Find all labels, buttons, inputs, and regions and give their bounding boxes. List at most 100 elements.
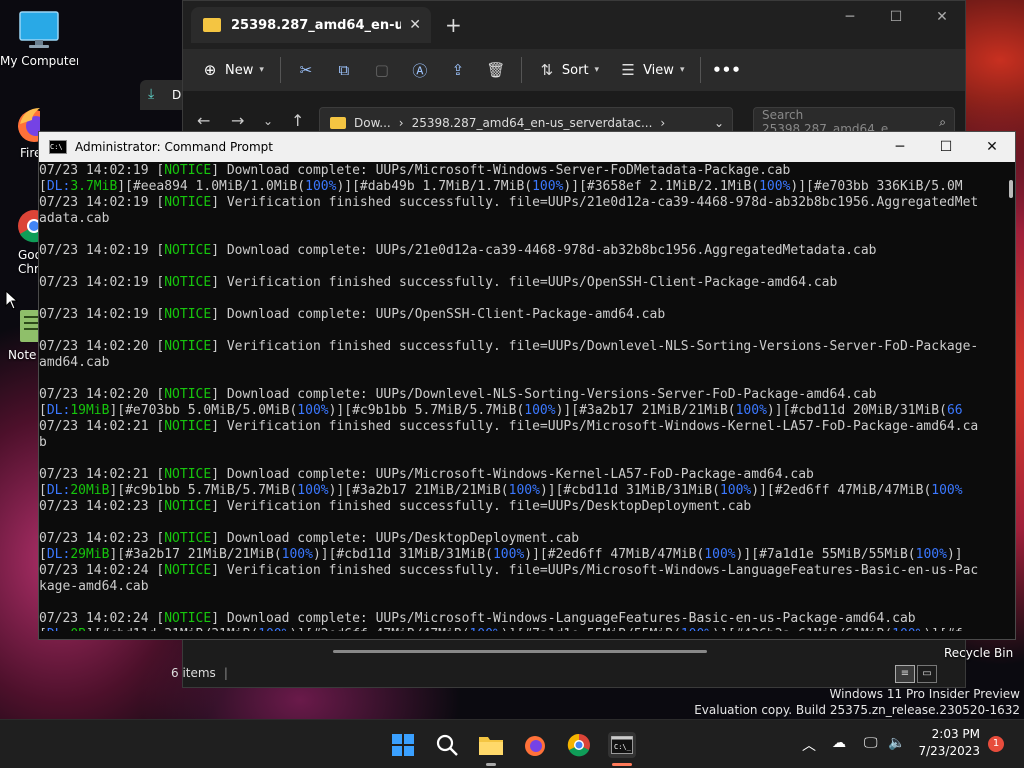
- share-button[interactable]: ⇪: [439, 61, 477, 79]
- address-dropdown-icon[interactable]: ⌄: [714, 116, 724, 130]
- details-view-icon[interactable]: ≡: [895, 665, 915, 683]
- desktop-icon-recycle-bin[interactable]: Recycle Bin: [944, 646, 1013, 660]
- windows-logo-icon: [392, 734, 414, 756]
- console-text: 100%: [297, 483, 329, 498]
- recent-chevron-icon[interactable]: ⌄: [263, 114, 273, 128]
- maximize-icon[interactable]: ☐: [873, 1, 919, 33]
- chrome-icon: [18, 210, 40, 243]
- console-text: #3658ef 2.1MiB/2.1MiB(: [586, 179, 760, 194]
- console-text: 07/23 14:02:19 [: [39, 307, 165, 322]
- console-text: 100%: [281, 547, 313, 562]
- console-text: )][: [336, 179, 360, 194]
- new-tab-icon[interactable]: +: [445, 13, 462, 37]
- breadcrumb-item[interactable]: 25398.287_amd64_en-us_serverdatac...: [412, 116, 653, 130]
- desktop-icon-my-computer[interactable]: My Computer: [0, 8, 78, 68]
- console-text: DL:: [46, 179, 71, 194]
- taskbar-firefox[interactable]: [522, 732, 548, 758]
- console-line: 07/23 14:02:24 [NOTICE] Verification fin…: [39, 563, 1007, 579]
- forward-arrow-icon[interactable]: →: [231, 111, 244, 130]
- console-text: 100%: [759, 179, 791, 194]
- console-line: [DL:0B][#cbd11d 31MiB/31MiB(100%)][#2ed6…: [39, 627, 1007, 631]
- desktop-icon-google-chrome[interactable]: Goo Chro: [0, 206, 40, 276]
- copy-button[interactable]: ⧉: [325, 61, 363, 79]
- console-text: NOTICE: [164, 563, 212, 578]
- clock[interactable]: 2:03 PM 7/23/2023: [918, 726, 980, 760]
- toolbar-divider: [279, 57, 281, 83]
- terminal-icon: C:\_: [611, 736, 633, 754]
- console-text: NOTICE: [164, 531, 212, 546]
- horizontal-scrollbar[interactable]: [333, 650, 707, 653]
- paste-button[interactable]: ▢: [363, 61, 401, 79]
- cut-button[interactable]: ✂: [287, 61, 325, 79]
- console-text: [: [39, 179, 47, 194]
- console-text: 07/23 14:02:24 [: [39, 611, 165, 626]
- console-line: 07/23 14:02:20 [NOTICE] Verification fin…: [39, 339, 1007, 355]
- console-text: NOTICE: [164, 243, 212, 258]
- taskbar-chrome[interactable]: [566, 732, 592, 758]
- active-indicator: [612, 763, 632, 766]
- folder-icon: [479, 737, 503, 755]
- show-hidden-icons-chevron-icon[interactable]: ︿: [802, 735, 816, 755]
- console-text: ] Verification finished successfully. fi…: [211, 195, 979, 210]
- console-text: [: [39, 403, 47, 418]
- more-options-button[interactable]: •••: [707, 61, 745, 79]
- console-text: 19MiB: [70, 403, 110, 418]
- console-line: 07/23 14:02:19 [NOTICE] Download complet…: [39, 243, 1007, 259]
- up-arrow-icon[interactable]: ↑: [291, 111, 304, 130]
- back-arrow-icon[interactable]: ←: [197, 111, 210, 130]
- console-output[interactable]: 07/23 14:02:19 [NOTICE] Download complet…: [39, 163, 1007, 631]
- desktop-icon-notepad[interactable]: Note: [0, 306, 40, 362]
- console-line: kage-amd64.cab: [39, 579, 1007, 595]
- network-icon[interactable]: 🖵: [864, 735, 878, 751]
- console-text: ][#3a2b17 21MiB/21MiB(: [109, 547, 282, 562]
- minimize-icon[interactable]: ─: [827, 1, 873, 33]
- console-text: 100%: [297, 403, 329, 418]
- vertical-scrollbar[interactable]: [1009, 180, 1013, 198]
- breadcrumb-item[interactable]: Dow...: [354, 116, 391, 130]
- console-text: ] Download complete: UUPs/OpenSSH-Client…: [211, 307, 666, 322]
- toolbar-divider: [520, 57, 522, 83]
- monitor-icon: [19, 11, 59, 48]
- firefox-icon: [18, 108, 40, 142]
- cloud-offline-icon[interactable]: ☁: [832, 735, 846, 751]
- folder-icon: [203, 18, 221, 32]
- console-text: 07/23 14:02:19 [: [39, 195, 165, 210]
- search-icon: ⌕: [939, 114, 946, 129]
- tiles-view-icon[interactable]: ▭: [917, 665, 937, 683]
- watermark-line: Windows 11 Pro Insider Preview: [829, 687, 1020, 701]
- sort-button[interactable]: ⇅ Sort ▾: [528, 61, 609, 79]
- close-icon[interactable]: ✕: [919, 1, 965, 33]
- console-text: 100%: [892, 627, 923, 631]
- tab-close-icon[interactable]: ✕: [409, 17, 421, 33]
- console-text: ] Verification finished successfully. fi…: [211, 499, 752, 514]
- view-button[interactable]: ☰ View ▾: [609, 61, 694, 79]
- close-icon[interactable]: ✕: [969, 132, 1015, 162]
- console-line: 07/23 14:02:19 [NOTICE] Verification fin…: [39, 195, 1007, 211]
- rename-button[interactable]: Ⓐ: [401, 61, 439, 80]
- taskbar: C:\_ ︿ ☁ 🖵 🔈 2:03 PM 7/23/2023 1: [0, 719, 1024, 768]
- console-text: )][#cbd11d 31MiB/31MiB(: [539, 483, 720, 498]
- notification-badge[interactable]: 1: [988, 736, 1004, 752]
- plus-circle-icon: ⊕: [203, 61, 217, 79]
- taskbar-file-explorer[interactable]: [478, 732, 504, 758]
- console-text: NOTICE: [164, 307, 212, 322]
- desktop-icon-firefox[interactable]: Fire: [0, 104, 40, 160]
- explorer-tab[interactable]: 25398.287_amd64_en-us_serv ✕: [191, 7, 431, 43]
- console-text: NOTICE: [164, 419, 212, 434]
- maximize-icon[interactable]: ☐: [923, 132, 969, 162]
- share-icon: ⇪: [451, 61, 465, 79]
- desktop-icon-label: My Computer: [0, 54, 78, 68]
- new-button[interactable]: ⊕ New ▾: [183, 61, 274, 79]
- start-button[interactable]: [390, 732, 416, 758]
- taskbar-command-prompt[interactable]: C:\_: [608, 732, 636, 758]
- delete-button[interactable]: 🗑: [477, 61, 515, 79]
- search-button[interactable]: [434, 732, 460, 758]
- clipboard-icon: ▢: [374, 61, 389, 79]
- minimize-icon[interactable]: ─: [877, 132, 923, 162]
- console-text: NOTICE: [164, 339, 212, 354]
- console-text: 20MiB: [70, 483, 110, 498]
- volume-icon[interactable]: 🔈: [888, 735, 905, 751]
